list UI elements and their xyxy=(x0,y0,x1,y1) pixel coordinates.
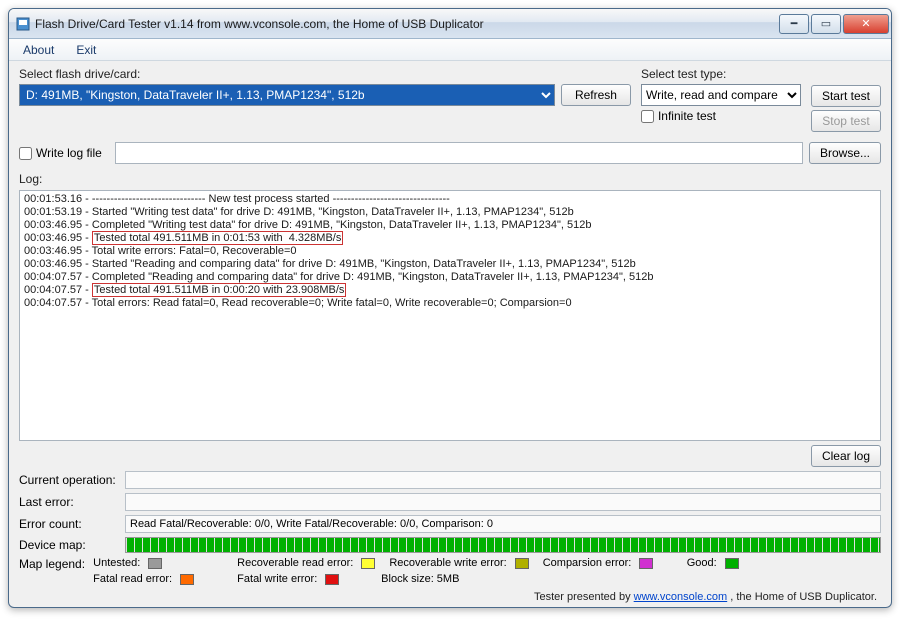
footer-suffix: , the Home of USB Duplicator. xyxy=(730,591,877,603)
legend-recov_write: Recoverable write error: xyxy=(389,557,528,569)
legend-comparison: Comparsion error: xyxy=(543,557,673,569)
last-error-value xyxy=(125,493,881,511)
legend-untested: Untested: xyxy=(93,557,223,569)
footer-link[interactable]: www.vconsole.com xyxy=(634,591,728,603)
log-path-input[interactable] xyxy=(115,142,803,164)
minimize-button[interactable]: ━ xyxy=(779,14,809,34)
infinite-test-checkbox[interactable]: Infinite test xyxy=(641,109,801,123)
window-title: Flash Drive/Card Tester v1.14 from www.v… xyxy=(35,17,777,31)
write-log-label: Write log file xyxy=(36,146,102,160)
legend-block_size: Block size: 5MB xyxy=(381,573,511,585)
start-test-button[interactable]: Start test xyxy=(811,85,881,107)
close-button[interactable]: ✕ xyxy=(843,14,889,34)
infinite-test-input[interactable] xyxy=(641,110,654,123)
map-legend: Untested: Recoverable read error: Recovera… xyxy=(93,557,881,585)
infinite-test-label: Infinite test xyxy=(658,109,716,123)
last-error-label: Last error: xyxy=(19,495,119,509)
legend-fatal_read: Fatal read error: xyxy=(93,573,223,585)
clear-log-button[interactable]: Clear log xyxy=(811,445,881,467)
app-window: Flash Drive/Card Tester v1.14 from www.v… xyxy=(8,8,892,608)
stop-test-button[interactable]: Stop test xyxy=(811,110,881,132)
legend-recov_read: Recoverable read error: xyxy=(237,557,375,569)
drive-select[interactable]: D: 491MB, "Kingston, DataTraveler II+, 1… xyxy=(19,84,555,106)
maximize-button[interactable]: ▭ xyxy=(811,14,841,34)
menu-exit[interactable]: Exit xyxy=(66,41,106,59)
device-map-label: Device map: xyxy=(19,538,119,552)
log-label: Log: xyxy=(19,172,881,186)
test-type-select[interactable]: Write, read and compare xyxy=(641,84,801,106)
footer: Tester presented by www.vconsole.com , t… xyxy=(19,589,881,603)
title-bar: Flash Drive/Card Tester v1.14 from www.v… xyxy=(9,9,891,39)
menu-bar: About Exit xyxy=(9,39,891,61)
write-log-input[interactable] xyxy=(19,147,32,160)
select-test-label: Select test type: xyxy=(641,67,801,81)
refresh-button[interactable]: Refresh xyxy=(561,84,631,106)
content-area: Select flash drive/card: D: 491MB, "King… xyxy=(9,61,891,607)
legend-good: Good: xyxy=(687,557,817,569)
map-legend-label: Map legend: xyxy=(19,557,87,571)
log-text[interactable]: 00:01:53.16 - --------------------------… xyxy=(20,191,880,440)
current-op-label: Current operation: xyxy=(19,473,119,487)
legend-fatal_write: Fatal write error: xyxy=(237,573,367,585)
app-icon xyxy=(15,16,31,32)
menu-about[interactable]: About xyxy=(13,41,64,59)
current-op-value xyxy=(125,471,881,489)
error-count-label: Error count: xyxy=(19,517,119,531)
device-map xyxy=(125,537,881,553)
select-drive-label: Select flash drive/card: xyxy=(19,67,631,81)
error-count-value: Read Fatal/Recoverable: 0/0, Write Fatal… xyxy=(125,515,881,533)
write-log-checkbox[interactable]: Write log file xyxy=(19,146,109,160)
browse-button[interactable]: Browse... xyxy=(809,142,881,164)
log-area: 00:01:53.16 - --------------------------… xyxy=(19,190,881,441)
footer-prefix: Tester presented by xyxy=(534,591,634,603)
